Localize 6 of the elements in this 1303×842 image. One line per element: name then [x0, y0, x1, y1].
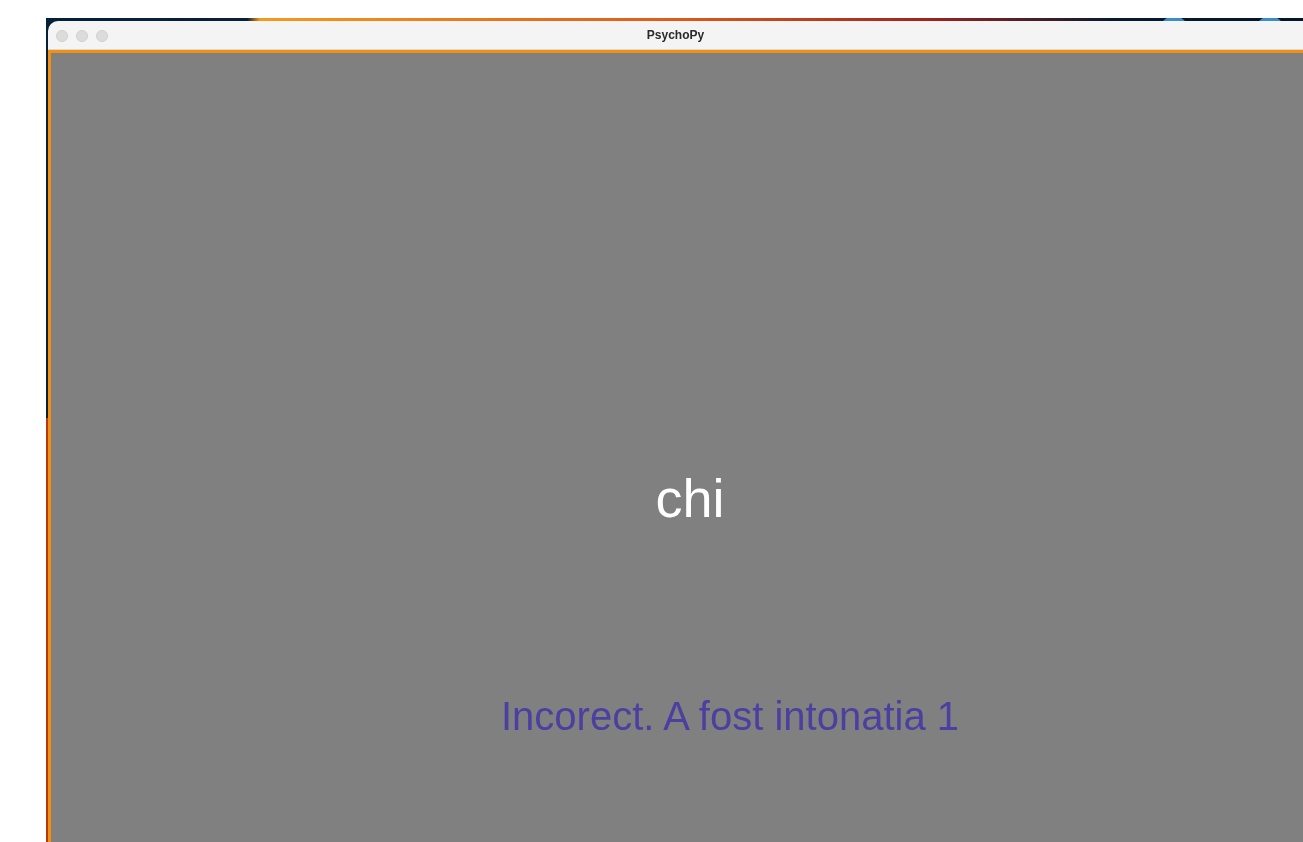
feedback-message: Incorect. A fost intonatia 1 — [500, 696, 960, 736]
zoom-button[interactable] — [96, 30, 108, 42]
stimulus-word: chi — [655, 471, 725, 525]
window-title: PsychoPy — [646, 27, 705, 44]
close-button[interactable] — [56, 30, 68, 42]
minimize-button[interactable] — [76, 30, 88, 42]
